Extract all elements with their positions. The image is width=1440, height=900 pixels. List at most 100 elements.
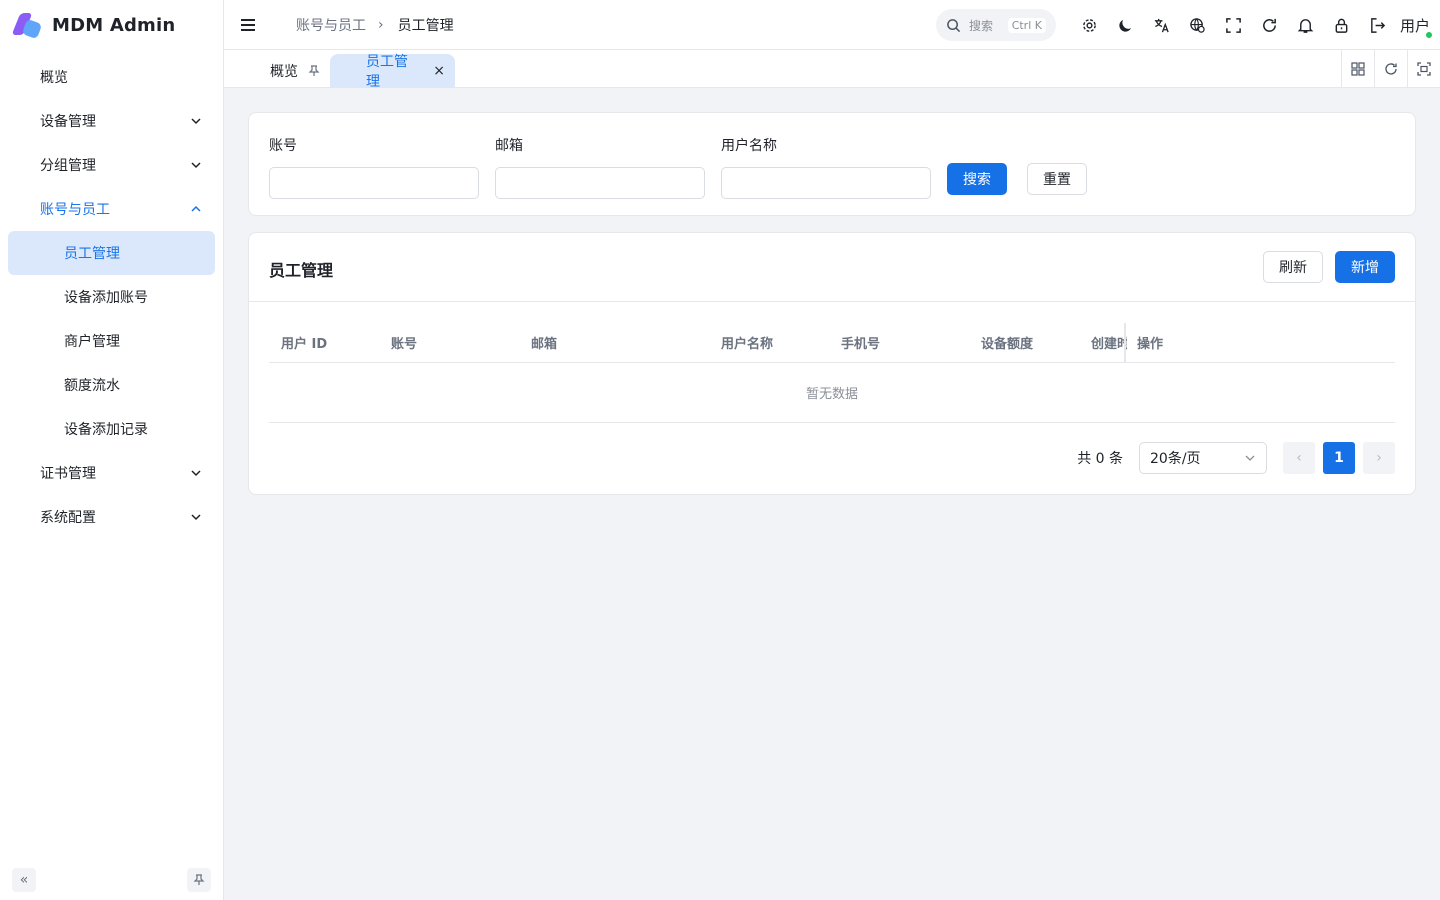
sidebar-menu: 概览 设备管理 分组管理 账号与员工 员工管理 设备添加账号 商户管理 额度流水 [0,55,223,539]
header-actions: 搜索 Ctrl K 用户 [935,0,1440,50]
online-status-dot [1425,30,1433,39]
settings-icon[interactable] [1072,7,1108,43]
search-placeholder: 搜索 [968,18,993,33]
sidebar-footer: « [12,868,211,892]
table-header: 用户 ID 账号 邮箱 用户名称 手机号 设备额度 创建时间 操作 [269,323,1395,363]
page-size-select[interactable]: 20条/页 [1139,442,1267,474]
menu-toggle-icon[interactable] [224,18,272,32]
column-header-phone[interactable]: 手机号 [841,333,880,352]
column-header-email[interactable]: 邮箱 [531,333,557,352]
sidebar-item-merchants[interactable]: 商户管理 [0,319,223,363]
pin-icon[interactable] [308,65,320,77]
lock-icon[interactable] [1324,7,1360,43]
sidebar-item-employees[interactable]: 员工管理 [8,231,215,275]
add-button[interactable]: 新增 [1335,251,1395,283]
column-header-device-quota[interactable]: 设备额度 [981,333,1033,352]
sidebar-item-quota-flow[interactable]: 额度流水 [0,363,223,407]
username-label: 用户名称 [721,138,777,154]
grid-icon[interactable] [1341,50,1374,88]
global-search[interactable]: 搜索 Ctrl K [935,9,1056,41]
close-icon[interactable]: × [433,63,445,79]
pagination: 共 0 条 20条/页 ‹ 1 › [1077,442,1395,474]
breadcrumb-parent[interactable]: 账号与员工 [296,15,366,35]
chevron-down-icon [1245,455,1255,461]
sidebar-item-system[interactable]: 系统配置 [0,495,223,539]
translate-icon[interactable] [1144,7,1180,43]
sidebar-item-overview[interactable]: 概览 [0,55,223,99]
empty-state: 暂无数据 [269,363,1395,423]
fullscreen-icon[interactable] [1216,7,1252,43]
column-header-created-at[interactable]: 创建时间 [1091,333,1127,352]
account-label: 账号 [269,138,297,154]
sidebar-item-accounts[interactable]: 账号与员工 [0,187,223,231]
chevron-down-icon [189,158,203,172]
reset-button[interactable]: 重置 [1027,163,1087,195]
tab-overview[interactable]: 概览 [260,54,330,88]
chevron-up-icon [189,202,203,216]
sidebar-item-device-add-records[interactable]: 设备添加记录 [0,407,223,451]
username-field: 用户名称 [721,135,931,199]
fixed-column-divider [1124,323,1126,363]
tab-toolbar [1341,50,1440,88]
logo[interactable]: MDM Admin [0,0,223,50]
column-header-user-id[interactable]: 用户 ID [281,333,327,352]
logout-icon[interactable] [1360,7,1396,43]
sidebar-item-label: 员工管理 [64,246,120,262]
chevron-right-icon: › [378,16,384,33]
search-icon [947,18,961,32]
prev-page-button[interactable]: ‹ [1283,442,1315,474]
email-input[interactable] [495,167,705,199]
account-input[interactable] [269,167,479,199]
column-header-account[interactable]: 账号 [391,333,417,352]
refresh-button[interactable]: 刷新 [1263,251,1323,283]
username-input[interactable] [721,167,931,199]
pin-icon[interactable] [187,868,211,892]
breadcrumb-current: 员工管理 [397,17,454,34]
bell-icon[interactable] [1288,7,1324,43]
sidebar-item-label: 系统配置 [40,510,96,526]
tab-label: 概览 [270,64,298,80]
tab-label: 员工管理 [366,54,408,90]
email-label: 邮箱 [495,138,523,154]
sidebar-item-label: 概览 [40,70,68,86]
search-shortcut: Ctrl K [1007,17,1046,33]
globe-icon[interactable] [1180,7,1216,43]
chevron-down-icon [189,114,203,128]
search-button[interactable]: 搜索 [947,163,1007,195]
sidebar: MDM Admin 概览 设备管理 分组管理 账号与员工 员工管理 设备添加账号… [0,0,224,900]
next-page-button[interactable]: › [1363,442,1395,474]
expand-icon[interactable] [1407,50,1440,88]
card-header: 员工管理 刷新 新增 [249,233,1415,302]
page-size-value: 20条/页 [1150,451,1201,467]
email-field: 邮箱 [495,135,705,199]
chevron-down-icon [189,510,203,524]
sidebar-item-label: 设备添加记录 [64,422,148,438]
page-tabs: 概览 员工管理 × [224,50,1440,90]
chevron-down-icon [189,466,203,480]
sidebar-item-label: 设备管理 [40,114,96,130]
sidebar-item-certificates[interactable]: 证书管理 [0,451,223,495]
sidebar-item-label: 商户管理 [64,334,120,350]
sidebar-item-device-add-account[interactable]: 设备添加账号 [0,275,223,319]
moon-icon[interactable] [1108,7,1144,43]
column-header-actions[interactable]: 操作 [1137,333,1163,352]
filter-card: 账号 邮箱 用户名称 搜索 重置 [248,112,1416,216]
user-avatar[interactable]: 用户 [1400,15,1433,39]
sidebar-item-label: 设备添加账号 [64,290,148,306]
top-header: 账号与员工 › 员工管理 搜索 Ctrl K 用户 [224,0,1440,50]
refresh-icon[interactable] [1374,50,1407,88]
logo-icon [11,11,44,40]
refresh-icon[interactable] [1252,7,1288,43]
double-chevron-left-icon[interactable]: « [12,868,36,892]
column-header-username[interactable]: 用户名称 [721,333,773,352]
tab-employees[interactable]: 员工管理 × [330,54,455,90]
page-button-current[interactable]: 1 [1323,442,1355,474]
sidebar-item-devices[interactable]: 设备管理 [0,99,223,143]
sidebar-item-groups[interactable]: 分组管理 [0,143,223,187]
sidebar-item-label: 账号与员工 [40,202,110,218]
sidebar-item-label: 证书管理 [40,466,96,482]
sidebar-item-label: 分组管理 [40,158,96,174]
employee-table-card: 员工管理 刷新 新增 用户 ID 账号 邮箱 用户名称 手机号 设备额度 创建时… [248,232,1416,495]
breadcrumb: 账号与员工 › 员工管理 [296,15,454,35]
app-title: MDM Admin [52,14,176,36]
